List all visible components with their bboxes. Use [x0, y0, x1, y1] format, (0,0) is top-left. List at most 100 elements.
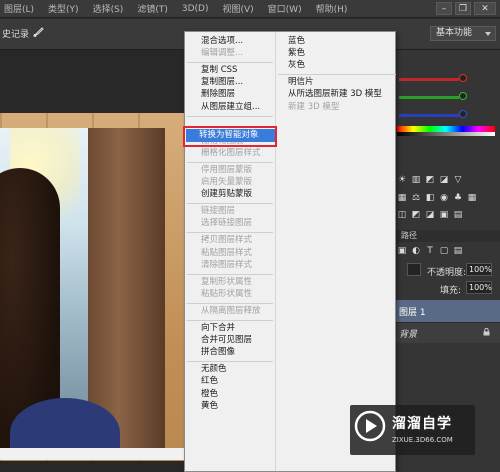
- menu-item-view[interactable]: 视图(V): [222, 2, 253, 15]
- smart-filter-icon[interactable]: ▤: [453, 246, 463, 256]
- menu-item[interactable]: 复制图层...: [201, 77, 243, 88]
- menu-item[interactable]: 明信片: [288, 77, 314, 88]
- menu-item[interactable]: 蓝色: [288, 36, 305, 47]
- brightness-icon[interactable]: ☀: [397, 175, 407, 185]
- gradient-map-icon[interactable]: ▤: [453, 210, 463, 220]
- menu-separator: [187, 232, 273, 234]
- hue-icon[interactable]: ▦: [397, 193, 407, 203]
- vibrance-icon[interactable]: ▽: [453, 175, 463, 185]
- document-edge: [0, 448, 198, 460]
- adjustments-row-3: ◫ ◩ ◪ ▣ ▤: [397, 210, 463, 220]
- menu-item: 新建 3D 模型: [288, 101, 340, 112]
- menu-item-3d[interactable]: 3D(D): [182, 4, 209, 14]
- menu-item[interactable]: 从所选图层新建 3D 模型: [288, 89, 382, 100]
- menu-item[interactable]: 从图层建立组...: [201, 102, 260, 113]
- menu-item[interactable]: 合并可见图层: [201, 335, 252, 346]
- menu-item-select[interactable]: 选择(S): [93, 2, 124, 15]
- watermark-title: 溜溜自学: [392, 416, 452, 432]
- opacity-label: 不透明度:: [427, 268, 467, 278]
- menu-item: 链接图层: [201, 206, 236, 217]
- menu-separator: [187, 115, 273, 117]
- fill-row: 填充: 100%: [395, 280, 500, 298]
- menu-item[interactable]: 灰色: [288, 60, 305, 71]
- selective-color-icon[interactable]: ▣: [439, 210, 449, 220]
- menu-separator: [278, 74, 396, 76]
- exposure-icon[interactable]: ◪: [439, 175, 449, 185]
- menu-item: 清除图层样式: [201, 259, 253, 270]
- channel-mixer-icon[interactable]: ♣: [453, 193, 463, 203]
- tree-trunk: [88, 128, 165, 448]
- menu-item: 粘贴形状属性: [201, 288, 253, 299]
- red-slider[interactable]: [395, 72, 500, 86]
- menu-item-layer[interactable]: 图层(L): [4, 2, 34, 15]
- restore-icon[interactable]: ❐: [455, 2, 471, 15]
- menu-item-window[interactable]: 窗口(W): [268, 2, 302, 15]
- adjustments-row-2: ▦ ⚖ ◧ ◉ ♣ ▦: [397, 193, 477, 203]
- layer-filter-row: ▣ ◐ T ▢ ▤: [397, 246, 463, 256]
- menu-item[interactable]: 删除图层: [201, 89, 235, 100]
- layer-name: 背景: [399, 330, 418, 340]
- menu-item: 栅格化图层样式: [201, 147, 261, 158]
- blue-slider[interactable]: [395, 108, 500, 122]
- menu-separator: [187, 320, 273, 321]
- photo-image: [0, 128, 165, 448]
- opacity-input[interactable]: 100%: [466, 263, 492, 276]
- menu-item[interactable]: 紫色: [288, 48, 305, 59]
- layer-name: 图层 1: [399, 308, 426, 318]
- invert-icon[interactable]: ◫: [397, 210, 407, 220]
- adjust-filter-icon[interactable]: ◐: [411, 246, 421, 256]
- menu-item-type[interactable]: 类型(Y): [48, 2, 79, 15]
- watermark-url: ZIXUE.3D66.COM: [392, 436, 453, 444]
- menu-separator: [187, 203, 273, 205]
- curves-icon[interactable]: ◩: [425, 175, 435, 185]
- menu-item-filter[interactable]: 滤镜(T): [137, 2, 168, 15]
- workspace-select[interactable]: 基本功能: [430, 26, 496, 41]
- menu-item[interactable]: 橙色: [201, 389, 218, 400]
- shape-filter-icon[interactable]: ▢: [439, 246, 449, 256]
- window-controls: – ❐ ✕: [436, 2, 496, 15]
- lookup-icon[interactable]: ▦: [467, 193, 477, 203]
- menu-item[interactable]: 向下合并: [201, 323, 235, 334]
- blend-mode-select[interactable]: [407, 263, 421, 276]
- layer-row-layer1[interactable]: 图层 1: [395, 300, 500, 322]
- history-brush-icon[interactable]: [32, 26, 44, 38]
- threshold-icon[interactable]: ◪: [425, 210, 435, 220]
- image-filter-icon[interactable]: ▣: [397, 246, 407, 256]
- balance-icon[interactable]: ⚖: [411, 193, 421, 203]
- menu-item[interactable]: 无颜色: [201, 364, 227, 375]
- menu-item[interactable]: 混合选项...: [201, 36, 243, 47]
- levels-icon[interactable]: ▥: [411, 175, 421, 185]
- menu-item[interactable]: 创建剪贴蒙版: [201, 189, 252, 200]
- fill-input[interactable]: 100%: [466, 281, 492, 294]
- context-menu-column-1: 混合选项... 编辑调整... 复制 CSS 复制图层... 删除图层从图层建立组...…: [185, 32, 275, 471]
- menu-separator: [187, 273, 273, 275]
- annotation-red-box: [183, 126, 277, 147]
- tab-paths[interactable]: 路径: [395, 230, 500, 242]
- posterize-icon[interactable]: ◩: [411, 210, 421, 220]
- type-filter-icon[interactable]: T: [425, 246, 435, 256]
- menu-item: 粘贴图层样式: [201, 247, 253, 258]
- menu-item[interactable]: 红色: [201, 376, 218, 387]
- lock-icon: [483, 328, 490, 336]
- adjustments-row-1: ☀ ▥ ◩ ◪ ▽: [397, 175, 463, 185]
- layer-row-background[interactable]: 背景: [395, 322, 500, 343]
- menu-item[interactable]: 黄色: [201, 401, 218, 412]
- menu-separator: [187, 62, 273, 64]
- menu-item: 拷贝图层样式: [201, 235, 253, 246]
- menu-separator: [187, 161, 273, 163]
- green-slider[interactable]: [395, 90, 500, 104]
- color-ramp[interactable]: [397, 126, 495, 136]
- bw-icon[interactable]: ◧: [425, 193, 435, 203]
- play-logo-icon: [354, 410, 386, 442]
- menu-item: 编辑调整...: [201, 48, 244, 59]
- menu-item[interactable]: 复制 CSS: [201, 65, 237, 76]
- watermark: 溜溜自学 ZIXUE.3D66.COM: [350, 405, 475, 455]
- menu-item[interactable]: 拼合图像: [201, 347, 235, 358]
- history-label[interactable]: 史记录: [2, 27, 29, 40]
- photo-filter-icon[interactable]: ◉: [439, 193, 449, 203]
- fill-label: 填充:: [440, 286, 462, 296]
- opacity-row: 不透明度: 100%: [395, 262, 500, 280]
- close-icon[interactable]: ✕: [474, 2, 496, 15]
- menu-item-help[interactable]: 帮助(H): [316, 2, 348, 15]
- minimize-icon[interactable]: –: [436, 2, 452, 15]
